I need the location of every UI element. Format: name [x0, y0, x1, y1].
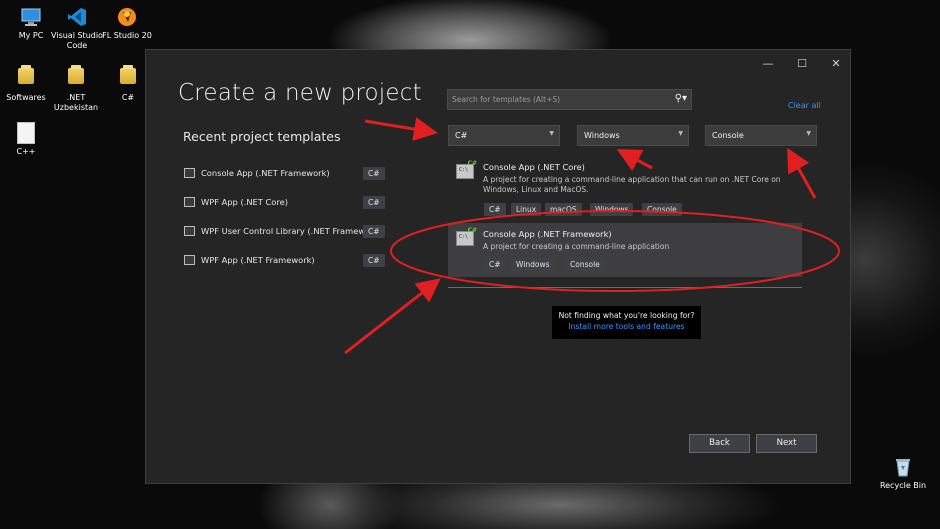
recent-templates-heading: Recent project templates	[183, 129, 341, 144]
wpf-app-icon	[184, 197, 195, 207]
language-badge: C#	[363, 196, 385, 209]
file-icon	[15, 122, 37, 144]
template-tag: Windows	[590, 203, 634, 216]
template-name: Console App (.NET Framework)	[483, 229, 612, 239]
close-button[interactable]: ✕	[825, 56, 847, 72]
template-tag: C#	[484, 203, 506, 216]
recent-template-label: WPF App (.NET Framework)	[201, 255, 315, 265]
recent-template-label: WPF App (.NET Core)	[201, 197, 288, 207]
template-tag: macOS	[545, 203, 582, 216]
folder-icon	[117, 65, 139, 90]
template-tag: Windows	[511, 258, 555, 271]
not-finding-panel: Not finding what you're looking for? Ins…	[552, 306, 701, 339]
desktop-icon-cpp[interactable]: C++	[0, 120, 57, 157]
language-filter-dropdown[interactable]: C# ▼	[448, 125, 560, 146]
template-tag: Console	[565, 258, 605, 271]
results-divider	[448, 287, 802, 288]
recent-template-label: WPF User Control Library (.NET Framework…	[201, 226, 382, 236]
platform-filter-dropdown[interactable]: Windows ▼	[577, 125, 689, 146]
page-title: Create a new project	[178, 80, 422, 106]
template-description: A project for creating a command-line ap…	[483, 175, 781, 194]
project-type-filter-dropdown[interactable]: Console ▼	[705, 125, 817, 146]
clear-all-link[interactable]: Clear all	[788, 101, 821, 110]
vscode-icon	[66, 6, 88, 28]
user-control-icon	[184, 226, 195, 236]
console-app-icon: C#	[456, 160, 477, 179]
template-item-console-framework[interactable]: C# Console App (.NET Framework) A projec…	[448, 223, 802, 277]
search-placeholder: Search for templates (Alt+S)	[452, 95, 561, 104]
fl-studio-icon	[116, 6, 138, 28]
search-icon: ⚲▾	[674, 93, 687, 104]
console-app-icon: C#	[456, 227, 477, 246]
desktop-icon-recycle-bin[interactable]: Recycle Bin	[872, 456, 934, 491]
desktop-icon-label: C++	[16, 147, 36, 156]
template-tag: Console	[642, 203, 682, 216]
desktop-icon-label: Recycle Bin	[879, 481, 927, 490]
template-item-console-core[interactable]: C# Console App (.NET Core) A project for…	[448, 156, 802, 218]
template-tag: C#	[484, 258, 506, 271]
project-type-filter-value: Console	[712, 131, 744, 140]
language-badge: C#	[363, 167, 385, 180]
recycle-bin-icon	[892, 456, 914, 478]
language-filter-value: C#	[455, 131, 468, 140]
install-more-link[interactable]: Install more tools and features	[552, 322, 701, 331]
template-description: A project for creating a command-line ap…	[483, 242, 670, 251]
next-button[interactable]: Next	[756, 434, 817, 453]
wpf-app-icon	[184, 255, 195, 265]
create-project-dialog: — ☐ ✕ Create a new project Recent projec…	[145, 49, 851, 484]
desktop-icon-label: FL Studio 20	[102, 31, 152, 40]
recent-template-label: Console App (.NET Framework)	[201, 168, 330, 178]
template-tag: Linux	[511, 203, 542, 216]
back-button[interactable]: Back	[689, 434, 750, 453]
platform-filter-value: Windows	[584, 131, 620, 140]
folder-icon	[15, 65, 37, 90]
chevron-down-icon: ▼	[549, 130, 554, 137]
monitor-icon	[20, 6, 42, 28]
chevron-down-icon: ▼	[678, 130, 683, 137]
folder-icon	[65, 65, 87, 90]
template-name: Console App (.NET Core)	[483, 162, 585, 172]
minimize-button[interactable]: —	[757, 56, 779, 72]
not-finding-text: Not finding what you're looking for?	[558, 311, 695, 320]
language-badge: C#	[363, 254, 385, 267]
maximize-button[interactable]: ☐	[791, 56, 813, 72]
template-search-input[interactable]: Search for templates (Alt+S) ⚲▾	[447, 89, 692, 110]
chevron-down-icon: ▼	[806, 130, 811, 137]
console-app-icon	[184, 168, 195, 178]
language-badge: C#	[363, 225, 385, 238]
desktop-icon-fl-studio[interactable]: FL Studio 20	[96, 6, 158, 41]
